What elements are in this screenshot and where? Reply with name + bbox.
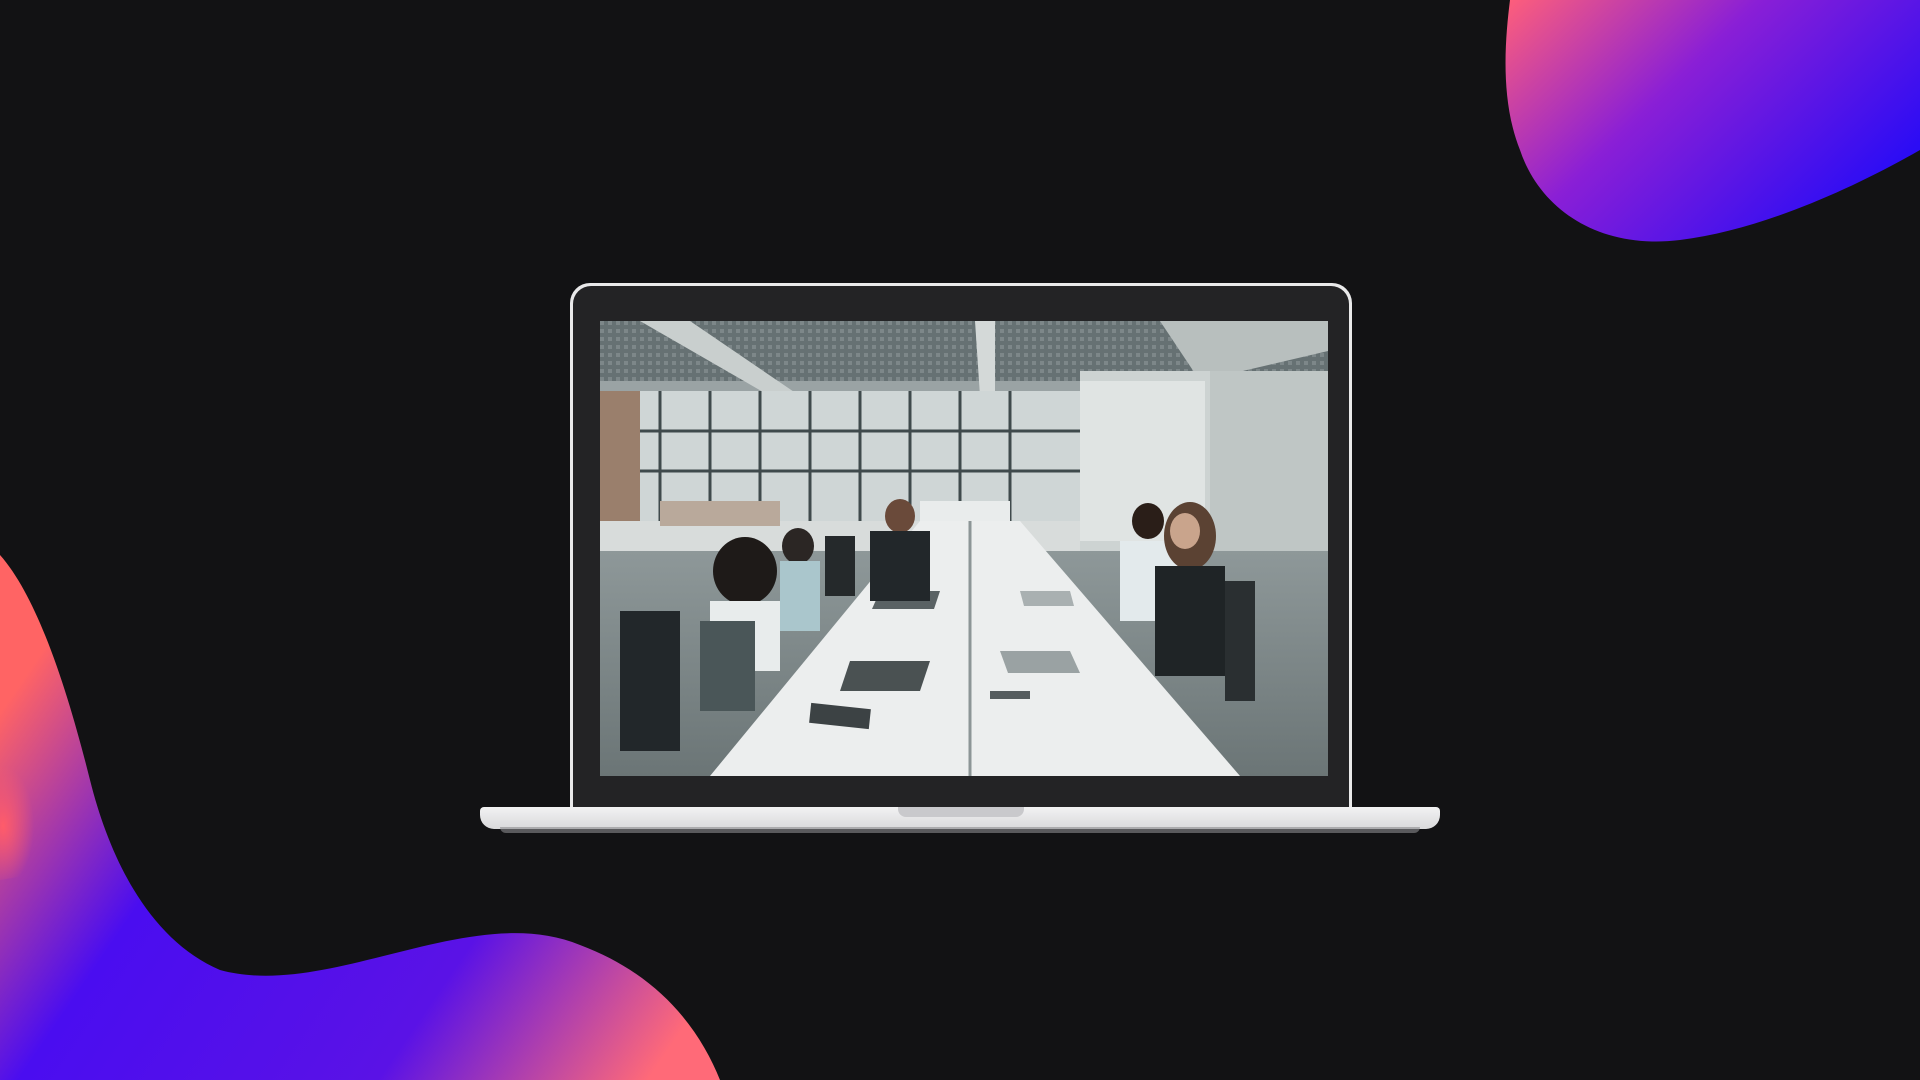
laptop-opening-notch <box>898 807 1024 817</box>
office-meeting-photo <box>600 321 1328 776</box>
laptop-screen-photo <box>600 321 1328 776</box>
laptop-mockup <box>480 283 1440 833</box>
laptop-base-shadow <box>500 827 1420 833</box>
laptop-bezel <box>573 286 1349 809</box>
laptop-lid <box>570 283 1352 809</box>
presentation-background <box>0 0 1920 1080</box>
